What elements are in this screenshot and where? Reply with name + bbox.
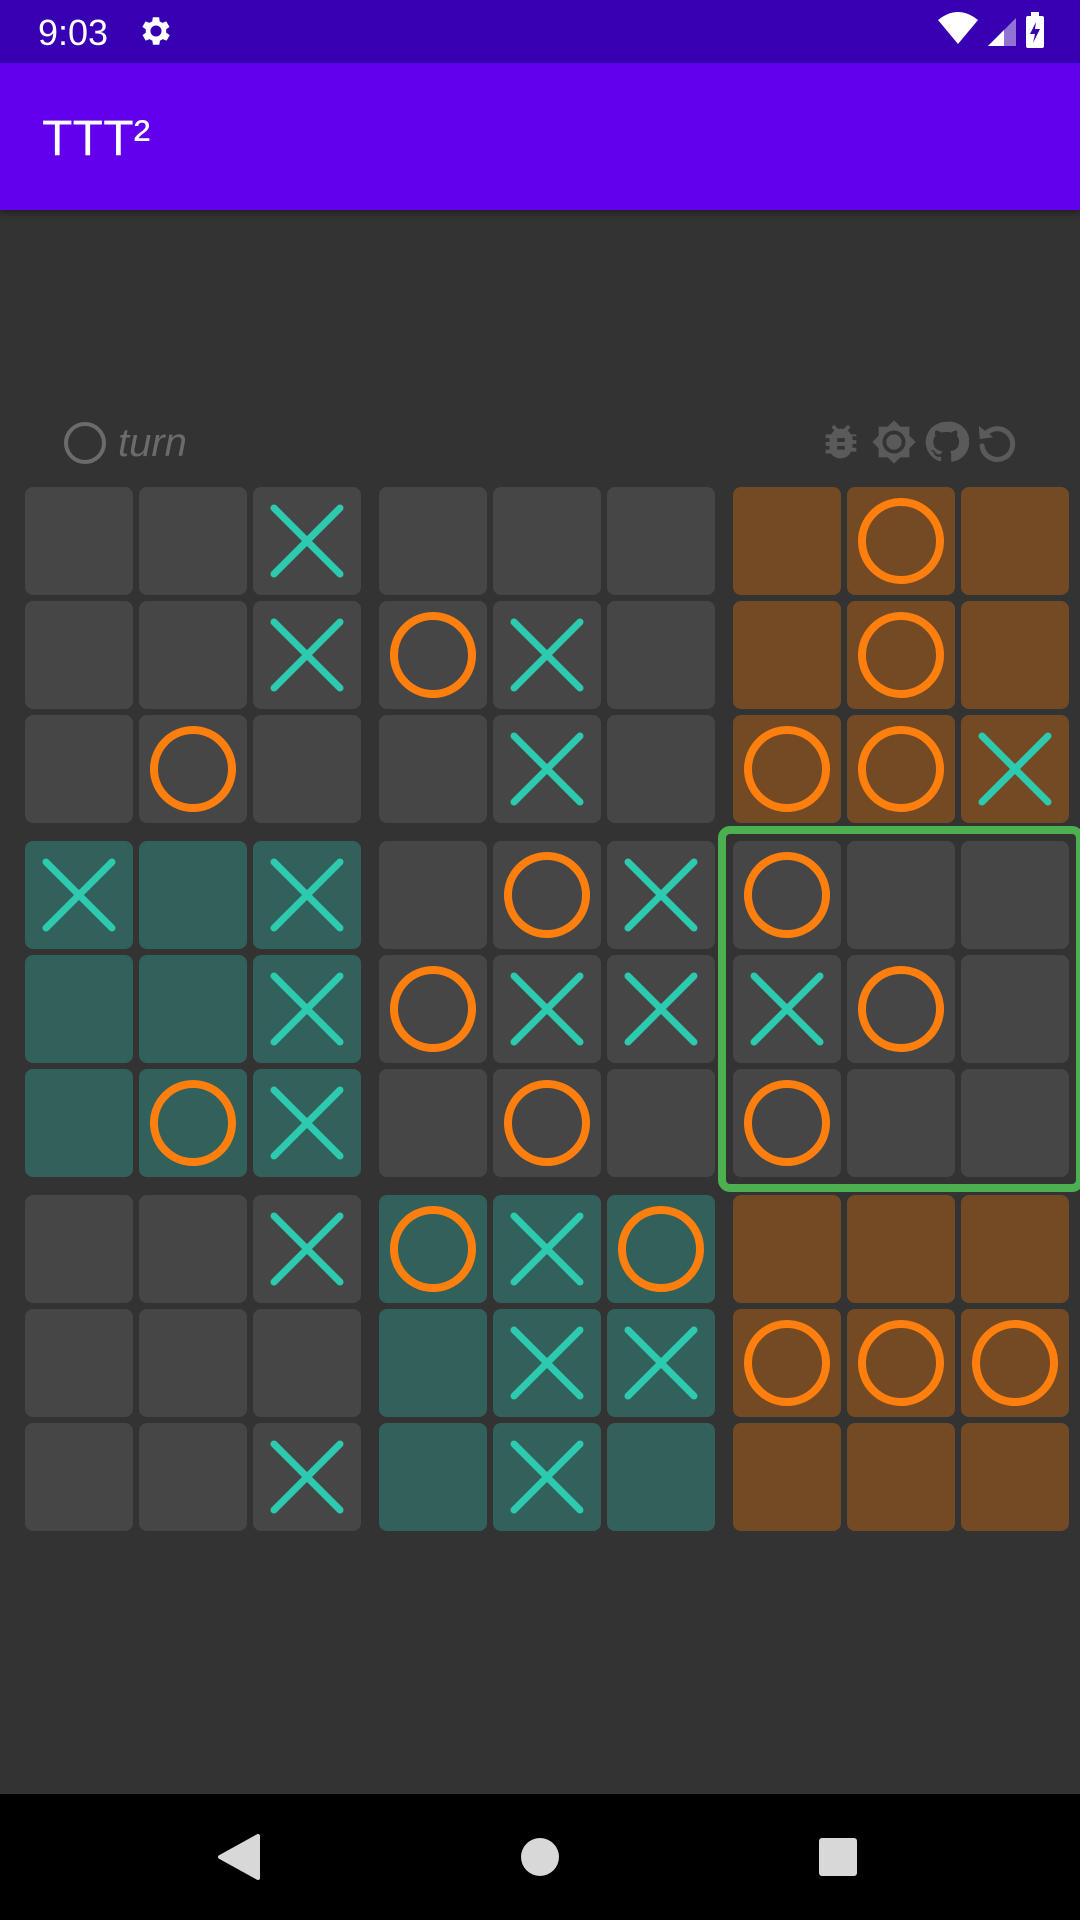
board-cell[interactable] — [379, 1195, 487, 1303]
recents-icon[interactable] — [805, 1824, 871, 1890]
board-cell[interactable] — [607, 601, 715, 709]
board-cell[interactable] — [379, 487, 487, 595]
board-cell[interactable] — [25, 841, 133, 949]
board-cell[interactable] — [961, 1069, 1069, 1177]
board-cell[interactable] — [379, 601, 487, 709]
board-cell[interactable] — [139, 715, 247, 823]
board-cell[interactable] — [493, 1423, 601, 1531]
board-cell[interactable] — [493, 601, 601, 709]
board-cell[interactable] — [961, 715, 1069, 823]
board-cell[interactable] — [493, 1195, 601, 1303]
board-cell[interactable] — [25, 715, 133, 823]
board-cell[interactable] — [379, 841, 487, 949]
board-cell[interactable] — [25, 487, 133, 595]
board-cell[interactable] — [733, 955, 841, 1063]
board-cell[interactable] — [607, 1309, 715, 1417]
board-cell[interactable] — [253, 1309, 361, 1417]
board-cell[interactable] — [733, 1195, 841, 1303]
board-cell[interactable] — [139, 841, 247, 949]
board-cell[interactable] — [961, 1309, 1069, 1417]
board-cell[interactable] — [733, 1309, 841, 1417]
board-cell[interactable] — [253, 1423, 361, 1531]
home-icon[interactable] — [507, 1824, 573, 1890]
board-cell[interactable] — [847, 601, 955, 709]
board-cell[interactable] — [733, 601, 841, 709]
board-cell[interactable] — [733, 841, 841, 949]
board-cell[interactable] — [847, 955, 955, 1063]
board-cell[interactable] — [607, 1195, 715, 1303]
board-cell[interactable] — [139, 1423, 247, 1531]
board-cell[interactable] — [607, 1423, 715, 1531]
board-cell[interactable] — [847, 1423, 955, 1531]
board-cell[interactable] — [733, 1423, 841, 1531]
board-cell[interactable] — [139, 1069, 247, 1177]
board-cell[interactable] — [25, 955, 133, 1063]
board-cell[interactable] — [493, 1309, 601, 1417]
board-cell[interactable] — [847, 841, 955, 949]
board-cell[interactable] — [139, 487, 247, 595]
board-cell[interactable] — [493, 715, 601, 823]
board-cell[interactable] — [961, 1423, 1069, 1531]
board-cell[interactable] — [379, 715, 487, 823]
board-cell[interactable] — [847, 1309, 955, 1417]
board-cell[interactable] — [25, 1423, 133, 1531]
board-cell[interactable] — [493, 487, 601, 595]
board-cell[interactable] — [847, 1069, 955, 1177]
board-cell[interactable] — [253, 841, 361, 949]
board-cell[interactable] — [139, 1309, 247, 1417]
board-cell[interactable] — [607, 1069, 715, 1177]
board-cell[interactable] — [139, 601, 247, 709]
board-cell[interactable] — [139, 955, 247, 1063]
board-cell[interactable] — [607, 955, 715, 1063]
board-cell[interactable] — [253, 715, 361, 823]
board-cell[interactable] — [847, 1195, 955, 1303]
board-cell[interactable] — [379, 955, 487, 1063]
board-cell[interactable] — [253, 1069, 361, 1177]
board-cell[interactable] — [961, 841, 1069, 949]
board-cell[interactable] — [961, 487, 1069, 595]
navigation-bar — [0, 1794, 1080, 1920]
board-cell[interactable] — [961, 955, 1069, 1063]
board-cell[interactable] — [847, 715, 955, 823]
board-cell[interactable] — [961, 601, 1069, 709]
board-cell[interactable] — [607, 841, 715, 949]
board-cell[interactable] — [253, 955, 361, 1063]
board-cell[interactable] — [253, 601, 361, 709]
board-cell[interactable] — [253, 1195, 361, 1303]
board-cell[interactable] — [25, 1195, 133, 1303]
board-cell[interactable] — [607, 715, 715, 823]
board-cell[interactable] — [493, 955, 601, 1063]
board-cell[interactable] — [25, 1309, 133, 1417]
back-icon[interactable] — [206, 1824, 272, 1890]
board-cell[interactable] — [961, 1195, 1069, 1303]
board-cell[interactable] — [733, 487, 841, 595]
board-cell[interactable] — [379, 1309, 487, 1417]
board-cell[interactable] — [607, 487, 715, 595]
board-cell[interactable] — [379, 1069, 487, 1177]
board-cell[interactable] — [733, 1069, 841, 1177]
board-cell[interactable] — [493, 1069, 601, 1177]
board-cell[interactable] — [253, 487, 361, 595]
board-canvas — [25, 487, 1080, 1531]
board-cell[interactable] — [25, 1069, 133, 1177]
board-cell[interactable] — [493, 841, 601, 949]
board-cell[interactable] — [25, 601, 133, 709]
board-cell[interactable] — [847, 487, 955, 595]
game-board — [0, 0, 1080, 1920]
board-cell[interactable] — [379, 1423, 487, 1531]
board-cell[interactable] — [733, 715, 841, 823]
board-cell[interactable] — [139, 1195, 247, 1303]
